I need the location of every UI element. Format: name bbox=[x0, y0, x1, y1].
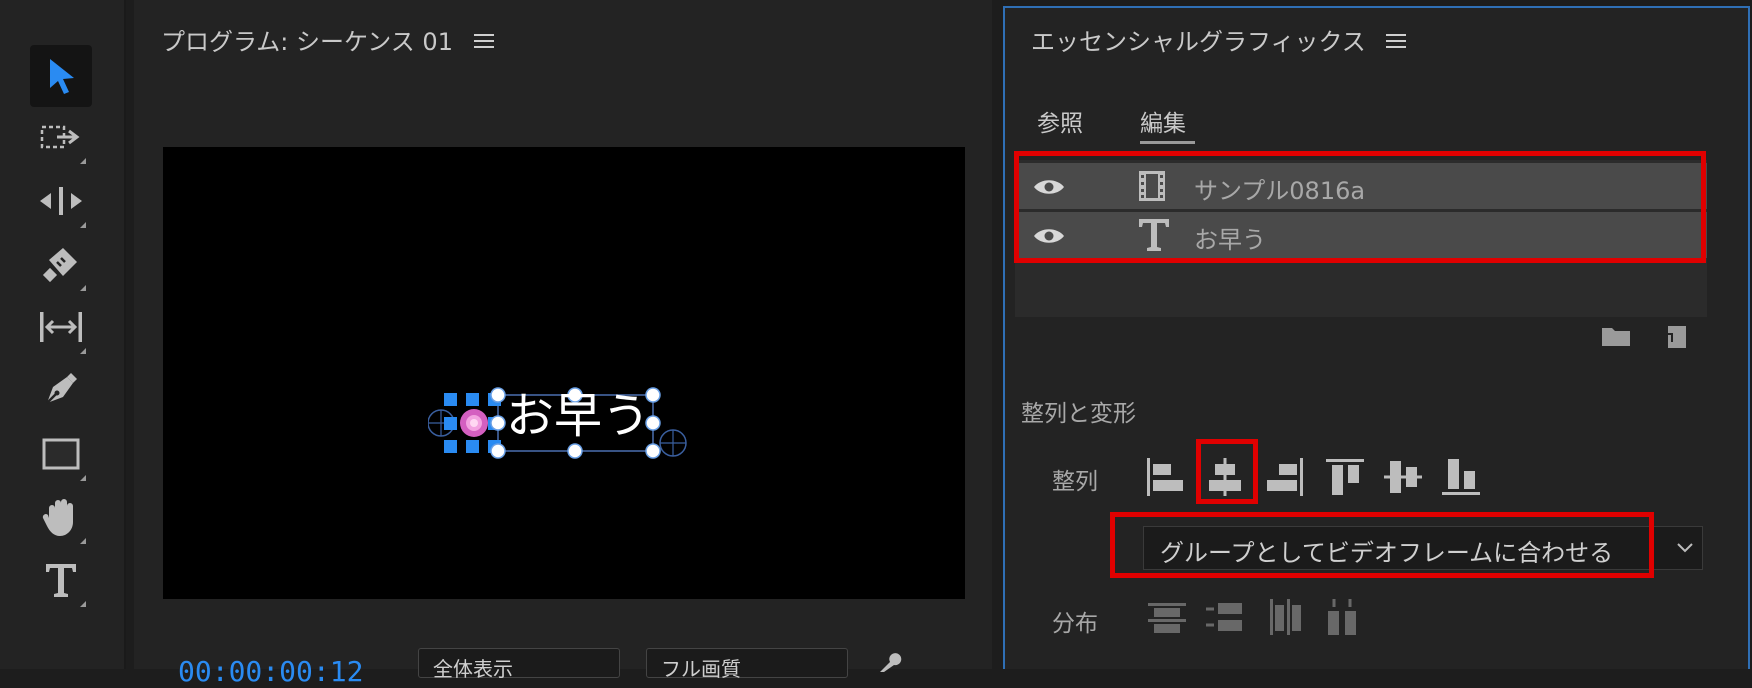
distribute-vertical-center-button[interactable] bbox=[1200, 592, 1250, 642]
rectangle-icon[interactable] bbox=[30, 423, 92, 485]
pen-icon[interactable] bbox=[30, 358, 92, 420]
tab-edit-underline bbox=[1140, 141, 1195, 144]
flower-icon bbox=[460, 409, 488, 437]
tab-edit[interactable]: 編集 bbox=[1140, 104, 1186, 138]
playback-resolution-select[interactable]: フル画質 bbox=[646, 648, 848, 681]
program-panel-title: プログラム: シーケンス 01 bbox=[161, 28, 453, 56]
align-transform-heading: 整列と変形 bbox=[1021, 401, 1136, 427]
track-select-icon[interactable] bbox=[30, 106, 92, 168]
align-right-button[interactable] bbox=[1260, 452, 1310, 502]
chevron-down-icon bbox=[1677, 543, 1693, 553]
highlight-align-target-box bbox=[1110, 512, 1654, 578]
program-menu-icon[interactable] bbox=[474, 30, 494, 52]
tab-browse[interactable]: 参照 bbox=[1037, 104, 1083, 138]
type-tool-icon[interactable] bbox=[30, 549, 92, 611]
align-vertical-center-button[interactable] bbox=[1378, 452, 1428, 502]
essential-graphics-title: エッセンシャルグラフィックス bbox=[1031, 28, 1366, 56]
program-video-frame[interactable]: お早う bbox=[163, 147, 965, 599]
ripple-edit-icon[interactable] bbox=[30, 170, 92, 232]
align-bottom-button[interactable] bbox=[1436, 452, 1486, 502]
selection-tool-icon[interactable] bbox=[30, 45, 92, 107]
zoom-level-select[interactable]: 全体表示 bbox=[418, 648, 620, 681]
align-top-button[interactable] bbox=[1320, 452, 1370, 502]
align-left-button[interactable] bbox=[1140, 452, 1190, 502]
distribute-label: 分布 bbox=[1052, 611, 1098, 637]
new-folder-icon[interactable] bbox=[1600, 324, 1632, 348]
wrench-icon[interactable] bbox=[876, 652, 902, 676]
graphic-text-overlay: お早う bbox=[506, 388, 651, 444]
slip-icon[interactable] bbox=[30, 296, 92, 358]
playback-resolution-value: フル画質 bbox=[661, 657, 741, 681]
razor-icon[interactable] bbox=[30, 233, 92, 295]
align-label: 整列 bbox=[1052, 469, 1098, 495]
essential-graphics-menu-icon[interactable] bbox=[1386, 30, 1406, 52]
distribute-vertical-top-button[interactable] bbox=[1142, 592, 1192, 642]
new-layer-icon[interactable] bbox=[1662, 324, 1688, 350]
distribute-horizontal-center-button[interactable] bbox=[1318, 592, 1368, 642]
distribute-horizontal-left-button[interactable] bbox=[1260, 592, 1310, 642]
hand-icon[interactable] bbox=[30, 486, 92, 548]
highlight-align-center-box bbox=[1196, 439, 1258, 504]
tools-panel bbox=[0, 0, 126, 669]
playhead-timecode[interactable]: 00:00:00:12 bbox=[178, 655, 363, 688]
zoom-level-value: 全体表示 bbox=[433, 657, 513, 681]
highlight-layers-box bbox=[1014, 151, 1706, 263]
